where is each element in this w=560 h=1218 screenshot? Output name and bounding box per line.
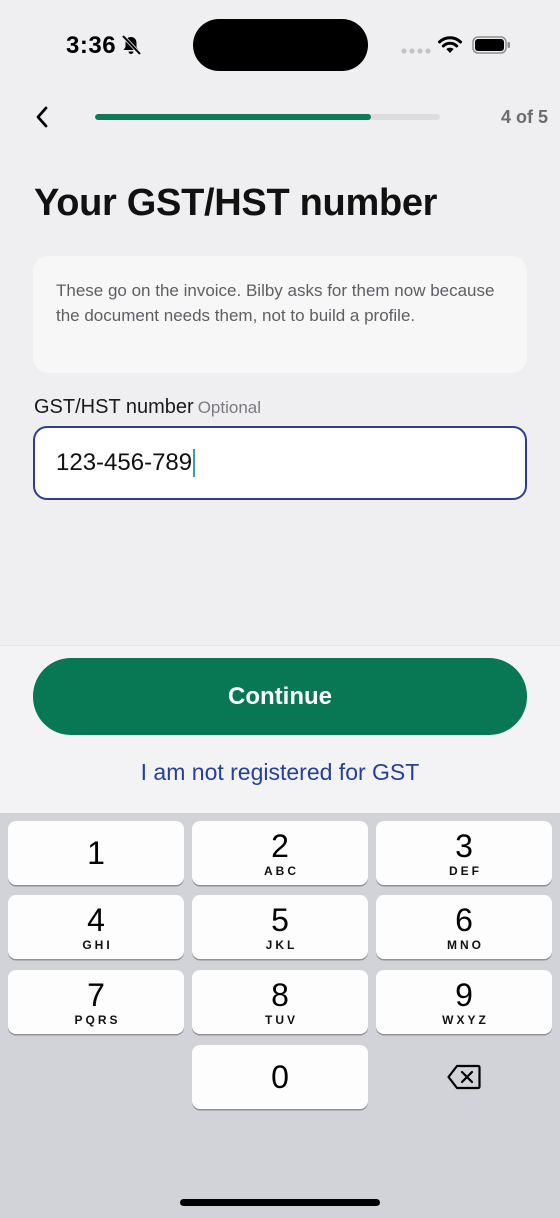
optional-label: Optional — [197, 398, 262, 417]
text-caret — [193, 449, 196, 477]
info-card: These go on the invoice. Bilby asks for … — [33, 256, 527, 373]
key-digit: 3 — [455, 827, 473, 864]
progress-fill — [95, 114, 371, 120]
battery-icon — [472, 36, 510, 54]
key-digit: 4 — [87, 901, 105, 938]
chevron-left-icon — [36, 106, 48, 128]
key-digit: 8 — [271, 976, 289, 1013]
not-registered-link[interactable]: I am not registered for GST — [0, 759, 560, 786]
key-1[interactable]: 1 — [8, 821, 184, 885]
key-0[interactable]: 0 — [192, 1045, 368, 1109]
status-time: 3:36 — [66, 32, 117, 59]
back-button[interactable] — [26, 100, 58, 134]
progress-bar — [95, 114, 440, 120]
dynamic-island — [193, 19, 368, 71]
key-letters: GHI — [82, 937, 113, 952]
status-bar: 3:36 — [0, 0, 560, 92]
key-letters: PQRS — [74, 1012, 121, 1027]
key-2[interactable]: 2 ABC — [192, 821, 368, 885]
key-digit: 0 — [271, 1059, 289, 1095]
key-5[interactable]: 5 JKL — [192, 895, 368, 959]
signal-icon — [401, 48, 431, 54]
key-4[interactable]: 4 GHI — [8, 895, 184, 959]
info-text: These go on the invoice. Bilby asks for … — [56, 281, 495, 325]
key-7[interactable]: 7 PQRS — [8, 970, 184, 1034]
key-letters: JKL — [265, 937, 298, 952]
bottom-action-panel: Continue I am not registered for GST — [0, 645, 560, 813]
field-label: GST/HST number Optional — [34, 396, 261, 419]
key-9[interactable]: 9 WXYZ — [376, 970, 552, 1034]
key-3[interactable]: 3 DEF — [376, 821, 552, 885]
gst-number-input[interactable]: 123-456-789 — [33, 426, 527, 500]
key-digit: 2 — [271, 827, 289, 864]
key-digit: 6 — [455, 901, 473, 938]
numeric-keypad: 1 2 ABC 3 DEF 4 GHI 5 JKL 6 MNO 7 PQRS 8… — [0, 813, 560, 1218]
continue-button[interactable]: Continue — [33, 658, 527, 735]
key-digit: 9 — [455, 976, 473, 1013]
key-letters: DEF — [449, 863, 482, 878]
field-label-text: GST/HST number — [34, 396, 194, 418]
key-8[interactable]: 8 TUV — [192, 970, 368, 1034]
delete-icon — [447, 1064, 481, 1090]
home-indicator — [180, 1199, 380, 1206]
key-letters: WXYZ — [442, 1012, 489, 1027]
key-digit: 7 — [87, 976, 105, 1013]
key-letters: TUV — [265, 1012, 298, 1027]
key-digit: 5 — [271, 901, 289, 938]
page-title: Your GST/HST number — [34, 182, 438, 224]
key-6[interactable]: 6 MNO — [376, 895, 552, 959]
key-letters: ABC — [264, 863, 299, 878]
gst-number-value: 123-456-789 — [56, 449, 193, 476]
wifi-icon — [438, 36, 462, 53]
step-counter: 4 of 5 — [500, 107, 548, 127]
bell-slash-icon — [121, 34, 142, 56]
key-digit: 1 — [87, 835, 105, 871]
delete-key[interactable] — [376, 1045, 552, 1109]
key-letters: MNO — [447, 937, 484, 952]
